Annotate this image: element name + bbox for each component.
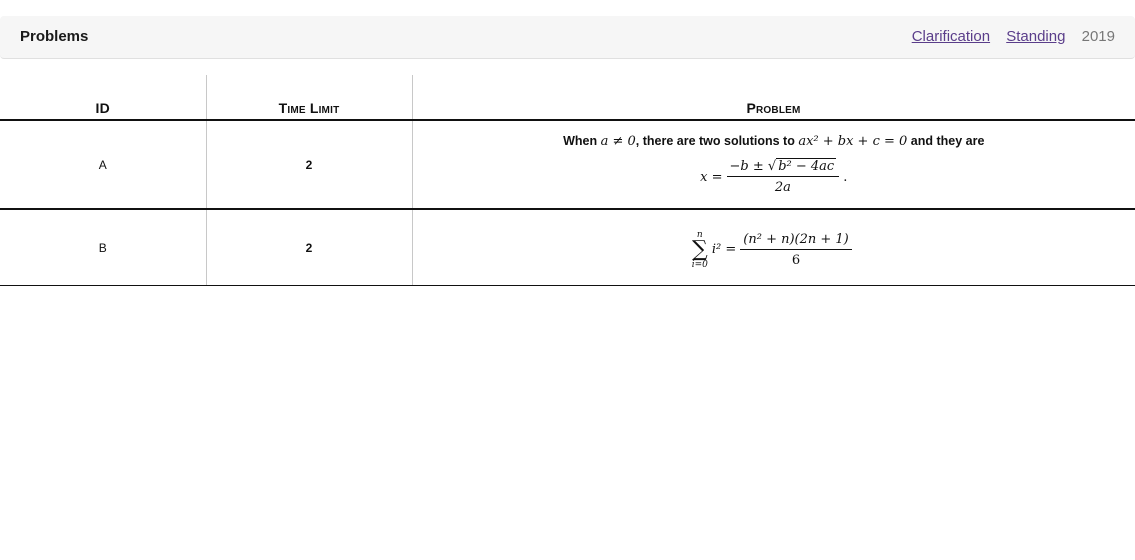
- math-condition: a ≠ 0: [600, 134, 636, 149]
- statement-text: When a ≠ 0, there are two solutions to a…: [563, 134, 985, 149]
- table-row: A 2 When a ≠ 0, there are two solutions …: [0, 120, 1135, 210]
- column-header-problem: Problem: [411, 75, 1135, 121]
- standing-link[interactable]: Standing: [1006, 28, 1065, 45]
- math-equation: ax² + bx + c = 0: [798, 134, 908, 149]
- contest-year[interactable]: 2019: [1082, 28, 1115, 45]
- table-row: B 2 n ∑ i=0 i² = (n² + n)(2n + 1) 6: [0, 209, 1135, 286]
- column-header-id: ID: [0, 75, 206, 121]
- formula-fraction: −b ± √ b² − 4ac 2a: [726, 158, 840, 195]
- page-title[interactable]: Problems: [20, 28, 88, 45]
- formula-numerator: −b ± √ b² − 4ac: [726, 158, 840, 177]
- problem-id: B: [0, 209, 206, 286]
- table-header-row: ID Time Limit Problem: [0, 75, 1135, 121]
- column-header-time-limit: Time Limit: [205, 75, 412, 121]
- time-limit: 2: [205, 209, 412, 286]
- problem-id: A: [0, 120, 206, 210]
- problem-statement: n ∑ i=0 i² = (n² + n)(2n + 1) 6: [411, 209, 1135, 286]
- problems-table: ID Time Limit Problem A 2 When a ≠ 0, th…: [0, 75, 1135, 286]
- formula-denominator: 2a: [774, 180, 791, 195]
- problem-statement: When a ≠ 0, there are two solutions to a…: [411, 120, 1135, 210]
- summation: n ∑ i=0: [691, 229, 708, 270]
- sum-formula: n ∑ i=0 i² = (n² + n)(2n + 1) 6: [692, 230, 856, 270]
- time-limit: 2: [205, 120, 412, 210]
- clarification-link[interactable]: Clarification: [912, 28, 990, 45]
- top-navbar: Problems Clarification Standing 2019: [0, 16, 1135, 59]
- quadratic-formula: x = −b ± √ b² − 4ac 2a .: [700, 158, 848, 195]
- nav-links: Clarification Standing 2019: [900, 28, 1115, 45]
- sum-fraction: (n² + n)(2n + 1) 6: [740, 232, 852, 268]
